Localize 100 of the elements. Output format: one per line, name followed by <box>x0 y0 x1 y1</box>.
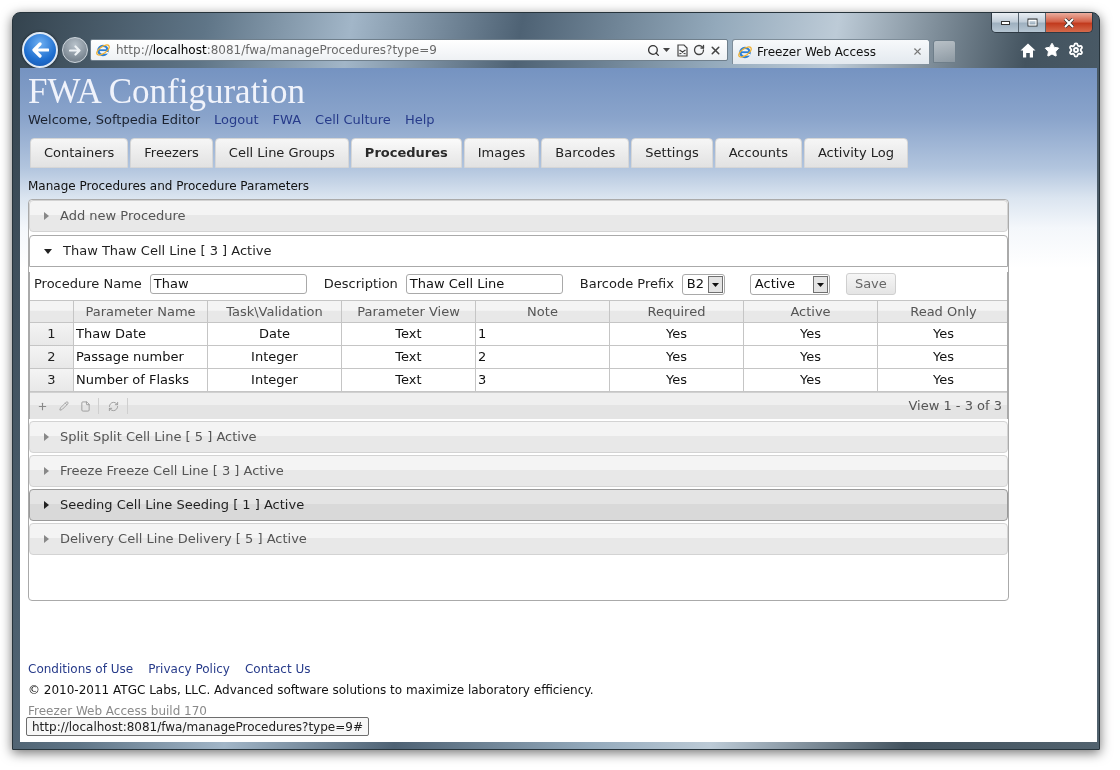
row-number: 2 <box>30 346 74 368</box>
header-link[interactable]: Cell Culture <box>315 110 391 130</box>
table-cell: Text <box>342 369 476 391</box>
nav-tab[interactable]: Accounts <box>714 138 802 168</box>
minimize-button[interactable] <box>992 13 1019 32</box>
field-label: Description <box>323 275 398 294</box>
table-cell: Thaw Date <box>74 323 208 345</box>
header-link[interactable]: FWA <box>272 110 302 130</box>
back-button[interactable] <box>22 32 58 68</box>
browser-logo-icon <box>95 42 111 58</box>
table-cell: Yes <box>744 346 878 368</box>
forward-button[interactable] <box>62 37 88 63</box>
arrow-left-icon <box>31 42 49 58</box>
save-button[interactable]: Save <box>845 273 896 295</box>
page-subtitle: Manage Procedures and Procedure Parameters <box>28 178 311 194</box>
caret-down-icon <box>44 248 52 254</box>
caret-right-icon <box>44 433 49 441</box>
nav-tab[interactable]: Activity Log <box>803 138 908 168</box>
caret-down-icon[interactable] <box>663 48 670 52</box>
table-cell: Integer <box>208 369 342 391</box>
column-header[interactable]: Parameter View <box>342 301 476 322</box>
nav-tab[interactable]: Procedures <box>350 138 462 168</box>
accordion-header[interactable]: Seeding Cell Line Seeding [ 1 ] Active <box>29 489 1008 521</box>
address-url: http://localhost:8081/fwa/manageProcedures?type=9 <box>116 42 437 59</box>
table-cell: Yes <box>744 369 878 391</box>
column-header[interactable]: Parameter Name <box>74 301 208 322</box>
table-cell-text: Yes <box>932 348 955 367</box>
caret-right-icon <box>44 212 49 220</box>
pager-info: View 1 - 3 of 3 <box>908 397 1002 416</box>
close-button[interactable] <box>1046 13 1092 32</box>
address-bar[interactable]: http://localhost:8081/fwa/manageProcedures?type=9 <box>90 39 728 61</box>
column-header[interactable]: Read Only <box>878 301 1009 322</box>
broken-page-icon[interactable] <box>677 43 688 57</box>
accordion-header[interactable]: Add new Procedure <box>29 200 1008 232</box>
page-title: FWA Configuration <box>28 73 307 111</box>
table-cell: Integer <box>208 346 342 368</box>
nav-tab[interactable]: Images <box>463 138 540 168</box>
text-field[interactable]: Thaw Cell Line <box>405 274 563 294</box>
add-icon[interactable] <box>37 400 48 412</box>
column-header[interactable]: Required <box>610 301 744 322</box>
browser-tab[interactable]: Freezer Web Access <box>732 38 930 64</box>
nav-tab[interactable]: Containers <box>30 138 129 168</box>
table-cell: Text <box>342 323 476 345</box>
header-link[interactable]: Help <box>404 110 435 130</box>
build-text: Freezer Web Access build 170 <box>28 703 208 718</box>
home-icon[interactable] <box>1020 42 1036 58</box>
nav-tab[interactable]: Freezers <box>130 138 213 168</box>
footer-link[interactable]: Privacy Policy <box>148 660 230 678</box>
row-number: 3 <box>30 369 74 391</box>
close-tab-icon[interactable] <box>912 46 923 57</box>
table-cell: Yes <box>610 369 744 391</box>
stop-icon[interactable] <box>709 43 722 57</box>
nav-tab[interactable]: Settings <box>631 138 713 168</box>
maximize-icon <box>1026 18 1038 27</box>
accordion-header[interactable]: Thaw Thaw Cell Line [ 3 ] Active <box>29 235 1008 267</box>
tab-title: Freezer Web Access <box>757 43 876 61</box>
row-number: 1 <box>30 323 74 345</box>
column-header[interactable]: Note <box>476 301 610 322</box>
arrow-right-icon <box>69 44 81 56</box>
text-field[interactable]: Thaw <box>149 274 307 294</box>
caret-right-icon <box>44 535 49 543</box>
star-icon[interactable] <box>1044 42 1060 58</box>
select-field[interactable]: B2 <box>681 273 725 295</box>
nav-tab[interactable]: Barcodes <box>541 138 630 168</box>
field-label: Barcode Prefix <box>579 275 674 294</box>
settings-icon[interactable] <box>1068 42 1084 58</box>
accordion-header[interactable]: Split Split Cell Line [ 5 ] Active <box>29 421 1008 453</box>
status-url-tooltip: http://localhost:8081/fwa/manageProcedures?type=9# <box>26 717 369 736</box>
minimize-icon <box>1000 20 1010 25</box>
footer-link[interactable]: Conditions of Use <box>28 660 134 678</box>
field-label: Procedure Name <box>34 275 142 294</box>
search-icon[interactable] <box>647 43 660 57</box>
copyright-text: © 2010-2011 ATGC Labs, LLC. Advanced software solutions to maximize laboratory efficiency. <box>28 682 595 697</box>
column-header[interactable]: Task\Validation <box>208 301 342 322</box>
column-header[interactable]: Active <box>744 301 878 322</box>
caret-right-icon <box>44 501 49 509</box>
select-field[interactable]: Active <box>749 273 830 295</box>
header-link[interactable]: Logout <box>214 110 259 130</box>
table-cell: 3 <box>476 369 610 391</box>
caret-right-icon <box>44 467 49 475</box>
table-cell-text: Yes <box>932 371 955 390</box>
table-cell: Passage number <box>74 346 208 368</box>
browser-logo-icon <box>737 43 753 60</box>
close-icon <box>1063 17 1075 28</box>
accordion-header[interactable]: Delivery Cell Line Delivery [ 5 ] Active <box>29 523 1008 555</box>
table-cell: 1 <box>476 323 610 345</box>
refresh-icon[interactable] <box>693 44 705 56</box>
table-cell: Yes <box>610 346 744 368</box>
accordion-header[interactable]: Freeze Freeze Cell Line [ 3 ] Active <box>29 455 1008 487</box>
table-cell: Text <box>342 346 476 368</box>
footer-link[interactable]: Contact Us <box>244 660 311 678</box>
nav-tab[interactable]: Cell Line Groups <box>214 138 349 168</box>
table-cell-text: Yes <box>932 325 955 344</box>
welcome-text: Welcome, Softpedia Editor <box>28 111 201 130</box>
maximize-button[interactable] <box>1019 13 1046 32</box>
table-cell: Yes <box>744 323 878 345</box>
table-cell: Yes <box>610 323 744 345</box>
table-cell: 2 <box>476 346 610 368</box>
table-cell: Number of Flasks <box>74 369 208 391</box>
table-cell: Date <box>208 323 342 345</box>
